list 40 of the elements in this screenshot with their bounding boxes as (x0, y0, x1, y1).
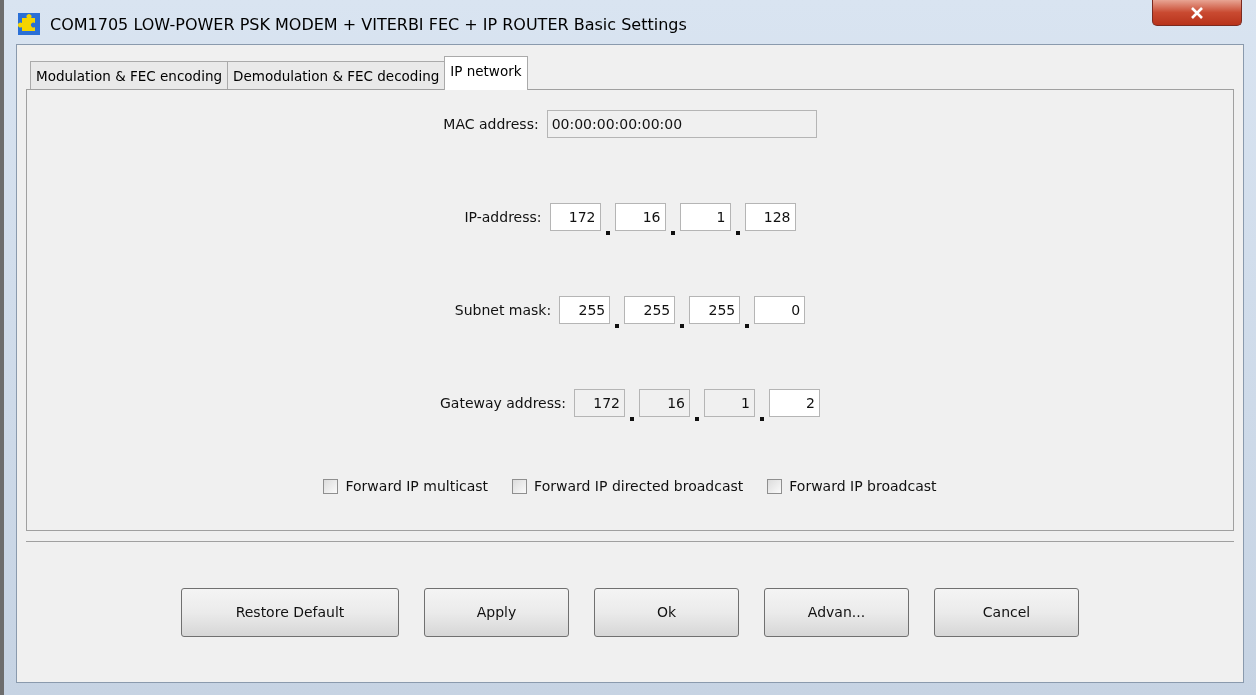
checkbox-label: Forward IP multicast (345, 478, 489, 494)
octet-field[interactable]: 172 (549, 203, 601, 231)
octet-field[interactable]: 128 (744, 203, 796, 231)
tab[interactable]: Modulation & FEC encoding (30, 61, 229, 89)
window-title: COM1705 LOW-POWER PSK MODEM + VITERBI FEC + IP ROUTER Basic Settings (50, 14, 687, 34)
tab[interactable]: IP network (444, 56, 528, 90)
octet-field[interactable]: 0 (754, 296, 806, 324)
dialog-button[interactable]: Advan... (764, 587, 909, 637)
dialog-button[interactable]: Apply (424, 587, 569, 637)
field-label: MAC address: (443, 116, 539, 132)
octet-field[interactable]: 255 (689, 296, 741, 324)
field-label: Subnet mask: (454, 302, 552, 318)
octet-field[interactable]: 255 (559, 296, 611, 324)
dot-separator-icon (760, 417, 764, 421)
checkbox[interactable] (323, 478, 339, 494)
octet-field[interactable]: 2 (769, 389, 820, 417)
close-icon (1190, 6, 1204, 19)
dot-separator-icon (695, 417, 699, 421)
dot-separator-icon (670, 231, 675, 235)
octet-field[interactable]: 255 (624, 296, 676, 324)
octet-field[interactable]: 16 (614, 203, 666, 231)
field-label: Gateway address: (440, 395, 566, 411)
dot-separator-icon (735, 231, 740, 235)
checkbox[interactable] (512, 478, 528, 494)
field-label: IP-address: (464, 209, 542, 225)
dot-separator-icon (630, 417, 634, 421)
checkbox-label: Forward IP directed broadcast (534, 478, 744, 494)
dot-separator-icon (680, 324, 685, 328)
tab[interactable]: Demodulation & FEC decoding (227, 61, 446, 89)
octet-field[interactable]: 1 (679, 203, 731, 231)
dot-separator-icon (615, 324, 620, 328)
dialog-button[interactable]: Ok (594, 587, 739, 637)
checkbox[interactable] (767, 478, 783, 494)
dialog-button[interactable]: Restore Default (181, 587, 399, 637)
checkbox-label: Forward IP broadcast (789, 478, 937, 494)
close-button[interactable] (1152, 0, 1242, 26)
dialog-button[interactable]: Cancel (934, 587, 1079, 637)
dot-separator-icon (605, 231, 610, 235)
puzzle-piece-icon (18, 13, 40, 35)
dot-separator-icon (745, 324, 750, 328)
